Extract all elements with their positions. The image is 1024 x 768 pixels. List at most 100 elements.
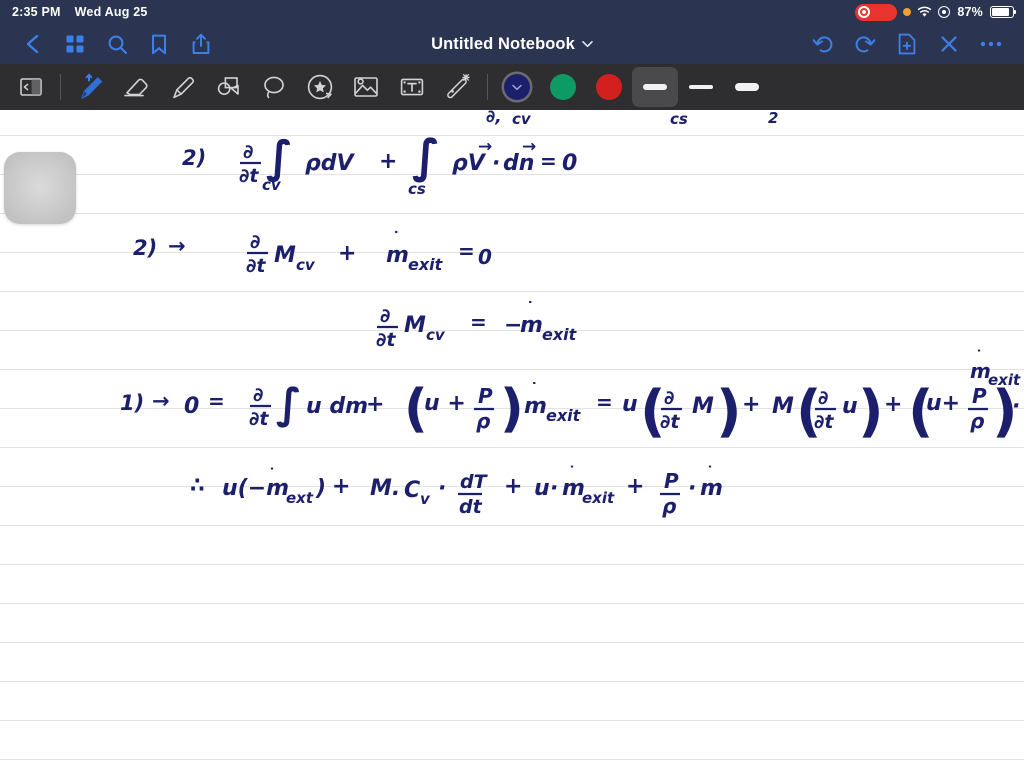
svg-text:˙: ˙: [268, 465, 276, 484]
svg-text:cv: cv: [512, 110, 532, 128]
close-button[interactable]: [928, 27, 970, 61]
svg-text:P: P: [664, 469, 679, 493]
svg-text:u dm: u dm: [306, 394, 368, 419]
color-swatch-navy[interactable]: [494, 67, 540, 107]
share-button[interactable]: [180, 27, 222, 61]
svg-text:(: (: [908, 379, 934, 444]
library-grid-button[interactable]: [54, 27, 96, 61]
page-layout-tool[interactable]: [8, 67, 54, 107]
svg-text:+: +: [366, 392, 384, 417]
tool-palette: [0, 64, 1024, 110]
color-swatch-green[interactable]: [540, 67, 586, 107]
notebook-canvas[interactable]: ∂, cv cs 2 2) ∂ ∂t ∫ cv ρdV + ∫ cs ρV → …: [0, 110, 1024, 768]
svg-text:): ): [716, 379, 742, 444]
svg-text:exit: exit: [582, 489, 615, 507]
svg-text:2): 2): [182, 146, 206, 170]
svg-text:=: =: [208, 389, 225, 413]
battery-percent: 87%: [957, 5, 983, 19]
svg-text:2: 2: [768, 110, 778, 127]
line-width-medium[interactable]: [678, 67, 724, 107]
svg-text:cv: cv: [426, 326, 446, 344]
svg-text:∂: ∂: [243, 141, 253, 163]
svg-text:cv: cv: [262, 176, 282, 194]
search-button[interactable]: [96, 27, 138, 61]
redo-button[interactable]: [844, 27, 886, 61]
svg-text:dT: dT: [460, 471, 489, 493]
svg-text:=: =: [458, 239, 475, 263]
svg-text:∂: ∂: [380, 305, 390, 327]
svg-text:·: ·: [438, 476, 446, 501]
svg-text:=: =: [540, 149, 557, 173]
svg-text:˙: ˙: [530, 380, 539, 400]
svg-text:2): 2): [133, 236, 157, 260]
svg-text:·: ·: [1012, 394, 1020, 419]
svg-text:+: +: [742, 392, 760, 417]
bookmark-button[interactable]: [138, 27, 180, 61]
svg-text:1): 1): [120, 391, 144, 415]
svg-text:C: C: [404, 478, 420, 503]
svg-text:∂: ∂: [818, 387, 828, 409]
svg-text:→: →: [152, 389, 170, 413]
svg-text:m: m: [520, 313, 543, 338]
svg-text:ρdV: ρdV: [305, 151, 355, 176]
svg-text:ρ: ρ: [476, 409, 490, 433]
more-button[interactable]: [970, 27, 1012, 61]
svg-text:→: →: [478, 137, 492, 157]
svg-text:cs: cs: [408, 180, 426, 198]
svg-text:∫: ∫: [266, 132, 293, 183]
svg-text:M: M: [772, 394, 794, 419]
svg-text:˙: ˙: [706, 463, 714, 482]
tool-bubble-overlay[interactable]: [4, 152, 76, 224]
svg-text:ρV: ρV: [452, 151, 487, 176]
svg-text:u: u: [842, 394, 858, 419]
line-width-thin[interactable]: [724, 67, 770, 107]
pen-tool[interactable]: [67, 67, 113, 107]
svg-text:M: M: [692, 394, 714, 419]
page-title: Untitled Notebook: [431, 34, 575, 53]
status-date: Wed Aug 25: [74, 5, 148, 19]
svg-text:∂t: ∂t: [660, 411, 680, 433]
wifi-icon: [917, 6, 932, 18]
sticker-tool[interactable]: [297, 67, 343, 107]
undo-button[interactable]: [802, 27, 844, 61]
svg-text:∫: ∫: [276, 379, 302, 428]
screen-recording-indicator[interactable]: [855, 3, 898, 21]
chevron-down-icon: [512, 84, 522, 90]
svg-text:m: m: [562, 476, 585, 501]
notebook-title-button[interactable]: Untitled Notebook: [222, 35, 802, 54]
svg-text:m: m: [700, 476, 723, 501]
new-page-button[interactable]: [886, 27, 928, 61]
svg-text:→: →: [522, 137, 536, 157]
svg-text:cs: cs: [670, 110, 688, 128]
navbar-right-group: [802, 27, 1012, 61]
svg-text:∂,: ∂,: [486, 110, 502, 127]
svg-text:0: 0: [562, 151, 577, 176]
svg-text:∂t: ∂t: [246, 255, 266, 277]
svg-text:dn: dn: [503, 151, 534, 176]
shapes-tool[interactable]: [205, 67, 251, 107]
svg-text:+: +: [884, 392, 902, 417]
svg-text:ρ: ρ: [662, 494, 676, 518]
svg-text:u +: u +: [424, 391, 466, 416]
svg-text:cv: cv: [296, 256, 316, 274]
svg-text:u(−m: u(−m: [222, 476, 289, 501]
lasso-tool[interactable]: [251, 67, 297, 107]
highlighter-tool[interactable]: [159, 67, 205, 107]
color-swatch-red[interactable]: [586, 67, 632, 107]
eraser-tool[interactable]: [113, 67, 159, 107]
text-box-tool[interactable]: [389, 67, 435, 107]
svg-text:+: +: [379, 149, 397, 174]
svg-text:u+: u+: [926, 391, 960, 416]
svg-text:): ): [315, 476, 326, 501]
navigation-bar: Untitled Notebook: [0, 24, 1024, 64]
svg-text:(: (: [404, 379, 428, 439]
line-width-thick[interactable]: [632, 67, 678, 107]
svg-text:˙: ˙: [526, 299, 535, 319]
svg-text:·: ·: [492, 151, 500, 176]
location-services-icon: [938, 6, 951, 18]
handwriting-ink-layer: ∂, cv cs 2 2) ∂ ∂t ∫ cv ρdV + ∫ cs ρV → …: [120, 110, 1021, 518]
back-button[interactable]: [12, 27, 54, 61]
image-tool[interactable]: [343, 67, 389, 107]
magic-wand-tool[interactable]: [435, 67, 481, 107]
svg-text:ext: ext: [286, 489, 314, 507]
